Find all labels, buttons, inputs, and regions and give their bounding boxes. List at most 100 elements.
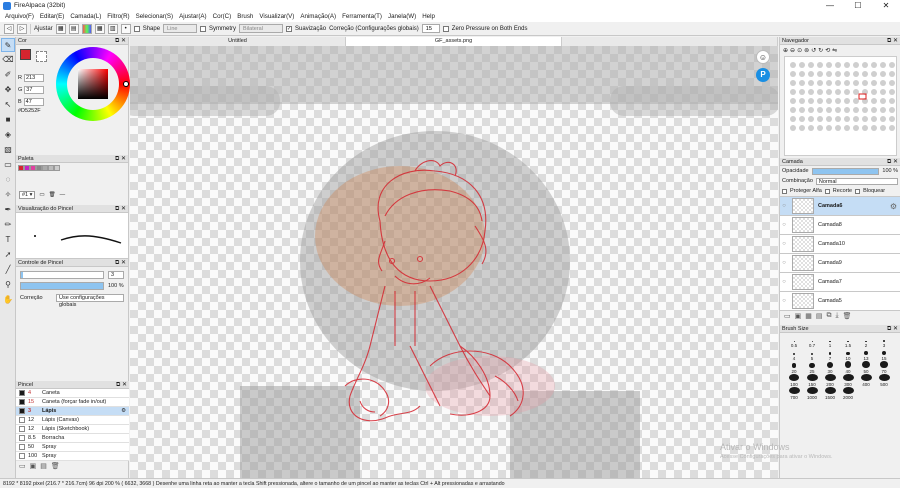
layer-row[interactable]: ○ Camada7	[780, 273, 900, 292]
drawing-canvas[interactable]: ☺ P	[130, 46, 778, 478]
red-input[interactable]: 213	[23, 74, 44, 82]
brush-folder-icon[interactable]: ▤	[40, 462, 47, 470]
add-brush-icon[interactable]: ▭	[19, 462, 26, 470]
brush-size-preset[interactable]: 25	[803, 361, 821, 374]
brush-size-preset[interactable]: 15	[875, 348, 893, 361]
layer-visibility-icon[interactable]: ○	[780, 279, 788, 285]
shape-checkbox[interactable]	[133, 25, 140, 32]
menu-window[interactable]: Janela(W)	[385, 13, 419, 20]
hex-value[interactable]: #D5252F	[18, 108, 41, 114]
zoom-actual-icon[interactable]: ⊙	[797, 47, 802, 54]
brush-size-value[interactable]: 3	[108, 271, 124, 279]
avatar-icon[interactable]: ☺	[756, 50, 770, 64]
text-tool-icon[interactable]: T	[1, 233, 15, 247]
brush-list-item[interactable]: 100 Spray	[16, 452, 129, 461]
brush-size-preset[interactable]: 10	[839, 348, 857, 361]
bucket-tool-icon[interactable]: ◈	[1, 128, 15, 142]
palette-set-select[interactable]: #1 ▾	[19, 191, 36, 199]
brush-list-item[interactable]: 8.5 Borracha	[16, 434, 129, 443]
clipping-checkbox[interactable]	[824, 188, 830, 194]
p-app-icon[interactable]: P	[756, 68, 770, 82]
menu-color[interactable]: Cor(C)	[210, 13, 235, 20]
antialias-off-icon[interactable]: ▦	[55, 23, 66, 34]
brush-size-preset[interactable]: 700	[785, 387, 803, 400]
merge-layer-icon[interactable]: ⤓	[836, 312, 839, 320]
eraser-tool-icon[interactable]: ⌫	[1, 53, 15, 67]
menu-tool[interactable]: Ferramenta(T)	[339, 13, 385, 20]
panel-float-close-icon[interactable]: ⧉ ✕	[115, 205, 126, 213]
menu-layer[interactable]: Camada(L)	[67, 13, 104, 20]
brush-size-preset[interactable]: 7	[821, 348, 839, 361]
select-tool-icon[interactable]: ↖	[1, 98, 15, 112]
layer-visibility-icon[interactable]: ○	[780, 260, 788, 266]
flip-icon[interactable]: ⇋	[832, 47, 837, 54]
new-1bit-layer-icon[interactable]: ▦	[805, 312, 812, 320]
brush-size-preset[interactable]: 2000	[839, 387, 857, 400]
zoom-in-icon[interactable]: ⊕	[783, 47, 788, 54]
rotate-left-icon[interactable]: ↺	[811, 47, 816, 54]
new-layer-icon[interactable]: ▭	[784, 312, 791, 320]
palette-add-icon[interactable]: ▭	[39, 192, 44, 198]
brush-settings-icon[interactable]: ⚙	[121, 408, 126, 414]
move-tool-icon[interactable]: ✥	[1, 83, 15, 97]
blue-input[interactable]: 47	[23, 98, 44, 106]
brush-correction-select[interactable]: Use configurações globais	[56, 294, 124, 308]
brush-size-preset[interactable]: 50	[857, 361, 875, 374]
tab-gf-assets[interactable]: GF_assets.png	[346, 37, 562, 46]
brush-list-item[interactable]: 4 Caneta	[16, 389, 129, 398]
brush-size-preset[interactable]: 1.5	[839, 335, 857, 348]
brush-size-preset[interactable]: 30	[821, 361, 839, 374]
brush-size-slider[interactable]	[20, 271, 104, 279]
tab-empty[interactable]	[562, 37, 778, 46]
panel-float-close-icon[interactable]: ⧉ ✕	[887, 37, 898, 45]
brush-size-preset[interactable]: 500	[875, 374, 893, 387]
menu-help[interactable]: Help	[419, 13, 438, 20]
layer-visibility-icon[interactable]: ○	[780, 241, 788, 247]
blur-icon[interactable]: ▥	[107, 23, 118, 34]
palette-menu-icon[interactable]: —	[60, 192, 66, 198]
brush-size-preset[interactable]: 150	[803, 374, 821, 387]
layer-visibility-icon[interactable]: ○	[780, 298, 788, 304]
brush-list-item[interactable]: 12 Lápis (Sketchbook)	[16, 425, 129, 434]
symmetry-checkbox[interactable]	[200, 25, 207, 32]
smoothing-checkbox[interactable]: ✓	[286, 25, 293, 32]
brush-size-preset[interactable]: 200	[821, 374, 839, 387]
brush-size-preset[interactable]: 0.7	[803, 335, 821, 348]
brush-size-preset[interactable]: 1000	[803, 387, 821, 400]
primary-color-swatch[interactable]	[20, 49, 31, 60]
antialias-on-icon[interactable]: ▤	[68, 23, 79, 34]
dot-tool-icon[interactable]: ✐	[1, 68, 15, 82]
brush-size-preset[interactable]: 4	[785, 348, 803, 361]
minimize-button[interactable]: —	[816, 0, 844, 11]
shape-select[interactable]: Line	[163, 24, 198, 33]
menu-select[interactable]: Selecionar(S)	[133, 13, 177, 20]
brush-size-preset[interactable]: 20	[785, 361, 803, 374]
lasso-icon[interactable]: ◌	[1, 173, 15, 187]
hue-knob[interactable]	[123, 81, 129, 87]
menu-brush[interactable]: Brush	[234, 13, 256, 20]
zoom-fit-icon[interactable]: ⊚	[804, 47, 809, 54]
panel-float-close-icon[interactable]: ⧉ ✕	[115, 259, 126, 267]
undo-icon[interactable]: ◁	[4, 23, 14, 34]
layer-row[interactable]: ○ Camada8	[780, 216, 900, 235]
brush-size-preset[interactable]: 400	[857, 374, 875, 387]
menu-adjust[interactable]: Ajustar(A)	[176, 13, 210, 20]
fill-tool-icon[interactable]: ■	[1, 113, 15, 127]
delete-brush-icon[interactable]: 🗑	[51, 462, 60, 470]
saturation-value-square[interactable]	[78, 69, 108, 99]
rect-select-icon[interactable]: ▭	[1, 158, 15, 172]
delete-layer-icon[interactable]: 🗑	[843, 312, 852, 320]
brush-size-preset[interactable]: 70	[875, 361, 893, 374]
brush-size-preset[interactable]: 1500	[821, 387, 839, 400]
menu-animation[interactable]: Animação(A)	[297, 13, 339, 20]
brush-list-item[interactable]: 15 Caneta (forçar fade in/out)	[16, 398, 129, 407]
panel-float-close-icon[interactable]: ⧉ ✕	[115, 155, 126, 163]
menu-filter[interactable]: Filtro(R)	[104, 13, 132, 20]
lock-checkbox[interactable]	[855, 188, 861, 194]
symmetry-select[interactable]: Bilateral	[239, 24, 284, 33]
maximize-button[interactable]: ☐	[844, 0, 872, 11]
brush-size-preset[interactable]: 3	[875, 335, 893, 348]
layer-visibility-icon[interactable]: ○	[780, 222, 788, 228]
brush-size-preset[interactable]: 0.5	[785, 335, 803, 348]
brush-list-item[interactable]: 50 Spray	[16, 443, 129, 452]
